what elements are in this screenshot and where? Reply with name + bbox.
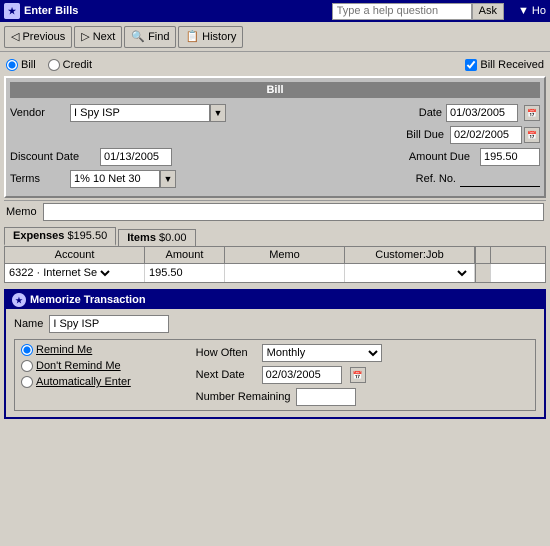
next-date-row: Next Date 📅 [196,366,529,384]
memorize-body: Name Remind Me Don't Remind Me Automa [6,309,544,417]
vendor-input[interactable] [70,104,210,122]
app-icon: ★ [4,3,20,19]
date-label: Date [419,107,442,119]
cell-customer-job[interactable]: ▼ [345,264,475,282]
date-input[interactable] [446,104,518,122]
refno-input[interactable] [460,171,540,187]
next-date-input[interactable] [262,366,342,384]
help-area: Ask [332,3,504,20]
auto-enter-radio[interactable] [21,376,33,388]
customer-job-select[interactable]: ▼ [454,266,470,280]
scroll-header [475,247,491,263]
help-input[interactable] [332,3,472,20]
cell-memo[interactable] [225,264,345,282]
bill-section-header: Bill [10,82,540,98]
bill-received-checkbox[interactable] [465,59,477,71]
amount-due-label: Amount Due [409,151,470,163]
refno-label: Ref. No. [416,173,456,185]
credit-radio[interactable] [48,59,60,71]
name-input[interactable] [49,315,169,333]
reminder-options: Remind Me Don't Remind Me Automatically … [21,344,188,388]
terms-dropdown[interactable]: ▼ [160,170,176,188]
refno-area: Ref. No. [396,171,540,187]
memorize-section: ★ Memorize Transaction Name Remind Me Do… [4,289,546,419]
how-often-select[interactable]: Monthly Weekly Yearly [262,344,382,362]
toolbar: ◁ Previous ▷ Next 🔍 Find 📋 History [0,22,550,52]
scroll-cell[interactable] [475,264,491,282]
bill-radio-label[interactable]: Bill [6,59,36,71]
discount-amount-row: Discount Date Amount Due [10,148,540,166]
how-often-row: How Often Monthly Weekly Yearly [196,344,529,362]
terms-label: Terms [10,173,70,185]
auto-enter-label[interactable]: Automatically Enter [21,376,188,388]
memo-row: Memo [4,200,546,223]
bill-radio[interactable] [6,59,18,71]
expenses-table: Account Amount Memo Customer:Job 6322 · … [4,246,546,283]
vendor-dropdown[interactable]: ▼ [210,104,226,122]
col-memo: Memo [225,247,345,263]
history-button[interactable]: 📋 History [178,26,243,48]
tab-expenses[interactable]: Expenses $195.50 [4,227,116,246]
account-select[interactable]: ▼ [97,266,113,280]
terms-refno-row: Terms ▼ Ref. No. [10,170,540,188]
find-button[interactable]: 🔍 Find [124,26,176,48]
title-bar: ★ Enter Bills Ask ▼ Ho [0,0,550,22]
name-row: Name [14,315,536,333]
terms-input[interactable] [70,170,160,188]
number-remaining-row: Number Remaining [196,388,529,406]
previous-button[interactable]: ◁ Previous [4,26,72,48]
tab-items[interactable]: Items $0.00 [118,229,195,246]
table-header: Account Amount Memo Customer:Job [5,247,545,264]
col-customer-job: Customer:Job [345,247,475,263]
date-calendar-icon[interactable]: 📅 [524,105,540,121]
bill-credit-row: Bill Credit Bill Received [4,56,546,74]
options-row: Remind Me Don't Remind Me Automatically … [14,339,536,411]
find-icon: 🔍 [131,30,145,43]
memorize-icon: ★ [12,293,26,307]
date-area: Date 📅 [419,104,540,122]
bill-credit-group: Bill Credit [6,59,92,71]
number-remaining-label: Number Remaining [196,391,291,403]
amount-due-input[interactable] [480,148,540,166]
discount-date-label: Discount Date [10,151,100,163]
vendor-label: Vendor [10,107,70,119]
window-arrow: ▼ Ho [512,5,546,17]
next-date-calendar-icon[interactable]: 📅 [350,367,366,383]
bill-due-input[interactable] [450,126,522,144]
how-often-section: How Often Monthly Weekly Yearly Next Dat… [196,344,529,406]
next-date-label: Next Date [196,369,256,381]
ask-button[interactable]: Ask [472,3,504,20]
memo-input[interactable] [43,203,544,221]
table-row: 6322 · Internet Se ▼ 195.50 ▼ [5,264,545,282]
vendor-date-row: Vendor ▼ Date 📅 [10,104,540,122]
col-amount: Amount [145,247,225,263]
bill-form: Bill Vendor ▼ Date 📅 Bill Due 📅 Discount… [4,76,546,198]
bill-due-label: Bill Due [406,129,444,141]
cell-account[interactable]: 6322 · Internet Se ▼ [5,264,145,282]
remind-me-label[interactable]: Remind Me [21,344,188,356]
window-title: Enter Bills [24,5,332,17]
bill-due-calendar-icon[interactable]: 📅 [524,127,540,143]
dont-remind-radio[interactable] [21,360,33,372]
remind-me-radio[interactable] [21,344,33,356]
discount-date-input[interactable] [100,148,172,166]
prev-icon: ◁ [11,30,19,43]
amount-due-area: Amount Due [409,148,540,166]
bill-due-row: Bill Due 📅 [10,126,540,144]
how-often-label: How Often [196,347,256,359]
history-icon: 📋 [185,30,199,43]
number-remaining-input[interactable] [296,388,356,406]
memorize-title-bar: ★ Memorize Transaction [6,291,544,309]
cell-amount[interactable]: 195.50 [145,264,225,282]
bill-received-area: Bill Received [465,59,544,71]
memo-label: Memo [6,206,37,218]
main-content: Bill Credit Bill Received Bill Vendor ▼ … [0,52,550,423]
next-button[interactable]: ▷ Next [74,26,122,48]
next-icon: ▷ [81,30,89,43]
tabs-row: Expenses $195.50 Items $0.00 [4,227,546,246]
dont-remind-label[interactable]: Don't Remind Me [21,360,188,372]
col-account: Account [5,247,145,263]
credit-radio-label[interactable]: Credit [48,59,92,71]
name-label: Name [14,318,43,330]
